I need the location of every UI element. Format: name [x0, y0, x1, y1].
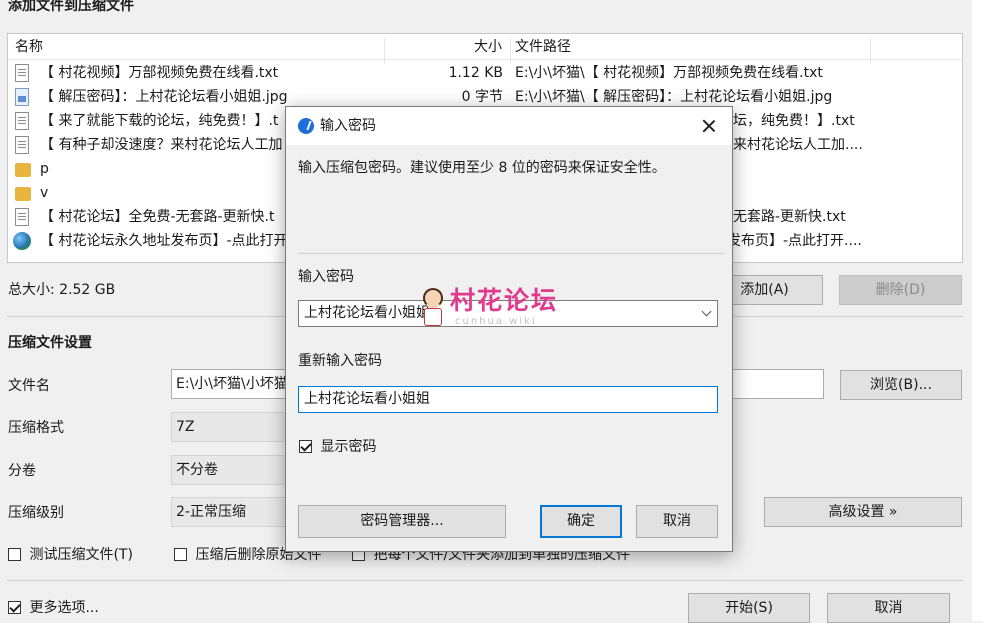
remove-button[interactable]: 删除(D)	[839, 275, 962, 305]
password-value: 上村花论坛看小姐姐	[304, 305, 430, 321]
password-label: 输入密码	[298, 269, 354, 285]
show-password-checkbox[interactable]	[299, 440, 312, 453]
dialog-titlebar[interactable]: 输入密码	[286, 107, 732, 145]
file-path: 来村花论坛人工加....	[733, 137, 863, 153]
test-archive-option[interactable]: 测试压缩文件(T)	[8, 546, 133, 564]
file-name: v	[40, 185, 49, 201]
file-name: 【 来了就能下载的论坛，纯免费！】.t	[40, 113, 279, 129]
dialog-title: 输入密码	[320, 118, 376, 134]
watermark-head	[423, 288, 443, 308]
file-path: 坛，纯免费！】.txt	[733, 113, 855, 129]
divider	[7, 580, 963, 581]
watermark-character-icon	[418, 286, 448, 330]
filename-label: 文件名	[8, 378, 50, 394]
text-file-icon	[15, 112, 29, 130]
globe-icon	[13, 232, 31, 250]
more-options-label: 更多选项...	[29, 600, 99, 616]
divider	[298, 253, 725, 254]
ok-button[interactable]: 确定	[540, 505, 622, 538]
total-size-label: 总大小: 2.52 GB	[8, 282, 116, 298]
dialog-cancel-button[interactable]: 取消	[636, 505, 718, 538]
show-password-option[interactable]: 显示密码	[299, 438, 376, 456]
file-name: 【 村花视频】万部视频免费在线看.txt	[40, 65, 279, 81]
split-select[interactable]: 不分卷	[171, 455, 291, 485]
folder-icon	[15, 187, 31, 201]
file-list-header: 名称 大小 文件路径	[8, 34, 962, 64]
file-row[interactable]: 【 村花视频】万部视频免费在线看.txt 1.12 KB E:\小\坏猫\【 村…	[8, 61, 962, 85]
file-name: 【 村花论坛】全免费-无套路-更新快.t	[40, 209, 275, 225]
test-archive-checkbox[interactable]	[8, 548, 21, 561]
advanced-settings-button[interactable]: 高级设置 »	[764, 497, 962, 527]
password-manager-button[interactable]: 密码管理器...	[298, 505, 506, 538]
delete-after-checkbox[interactable]	[174, 548, 187, 561]
watermark-body	[424, 308, 442, 326]
reenter-password-input[interactable]: 上村花论坛看小姐姐	[298, 386, 718, 413]
split-label: 分卷	[8, 463, 36, 479]
text-file-icon	[15, 64, 29, 82]
show-password-label: 显示密码	[320, 439, 377, 455]
more-options-option[interactable]: 更多选项...	[8, 599, 99, 617]
file-size: 1.12 KB	[448, 65, 503, 81]
image-file-icon	[15, 88, 29, 106]
format-select[interactable]: 7Z	[171, 412, 291, 442]
file-name: 【 有种子却没速度？来村花论坛人工加	[40, 137, 283, 153]
more-options-checkbox[interactable]	[8, 601, 21, 614]
format-label: 压缩格式	[8, 420, 64, 436]
settings-section-title: 压缩文件设置	[8, 335, 92, 351]
file-name: p	[40, 161, 49, 177]
chevron-down-icon[interactable]	[701, 306, 712, 317]
text-file-icon	[15, 136, 29, 154]
file-name: 【 解压密码】：上村花论坛看小姐姐.jpg	[40, 89, 288, 105]
column-header-size[interactable]: 大小	[474, 38, 502, 56]
window-title: 添加文件到压缩文件	[8, 0, 134, 14]
watermark-url: cunhua.wiki	[455, 316, 537, 327]
text-file-icon	[15, 208, 29, 226]
file-path: E:\小\坏猫\【 村花视频】万部视频免费在线看.txt	[515, 65, 823, 81]
reenter-password-label: 重新输入密码	[298, 353, 382, 369]
dialog-description: 输入压缩包密码。建议使用至少 8 位的密码来保证安全性。	[298, 160, 666, 176]
level-select[interactable]: 2-正常压缩	[171, 497, 291, 527]
close-icon[interactable]	[698, 115, 720, 137]
column-header-name[interactable]: 名称	[15, 38, 43, 56]
cancel-button[interactable]: 取消	[827, 593, 950, 623]
test-archive-label: 测试压缩文件(T)	[29, 547, 133, 563]
column-header-path[interactable]: 文件路径	[515, 38, 571, 56]
password-dialog: 输入密码 输入压缩包密码。建议使用至少 8 位的密码来保证安全性。 输入密码 上…	[285, 106, 733, 552]
browse-button[interactable]: 浏览(B)...	[840, 370, 962, 400]
app-icon	[298, 118, 314, 134]
watermark-logo: 村花论坛	[450, 286, 559, 315]
file-path: 发布页】-点此打开....	[727, 233, 862, 249]
folder-icon	[15, 163, 31, 177]
start-button[interactable]: 开始(S)	[688, 593, 810, 623]
right-edge-strip	[972, 0, 983, 621]
file-name: 【 村花论坛永久地址发布页】-点此打开	[40, 233, 288, 249]
level-label: 压缩级别	[8, 505, 64, 521]
file-path: 无套路-更新快.txt	[733, 209, 846, 225]
